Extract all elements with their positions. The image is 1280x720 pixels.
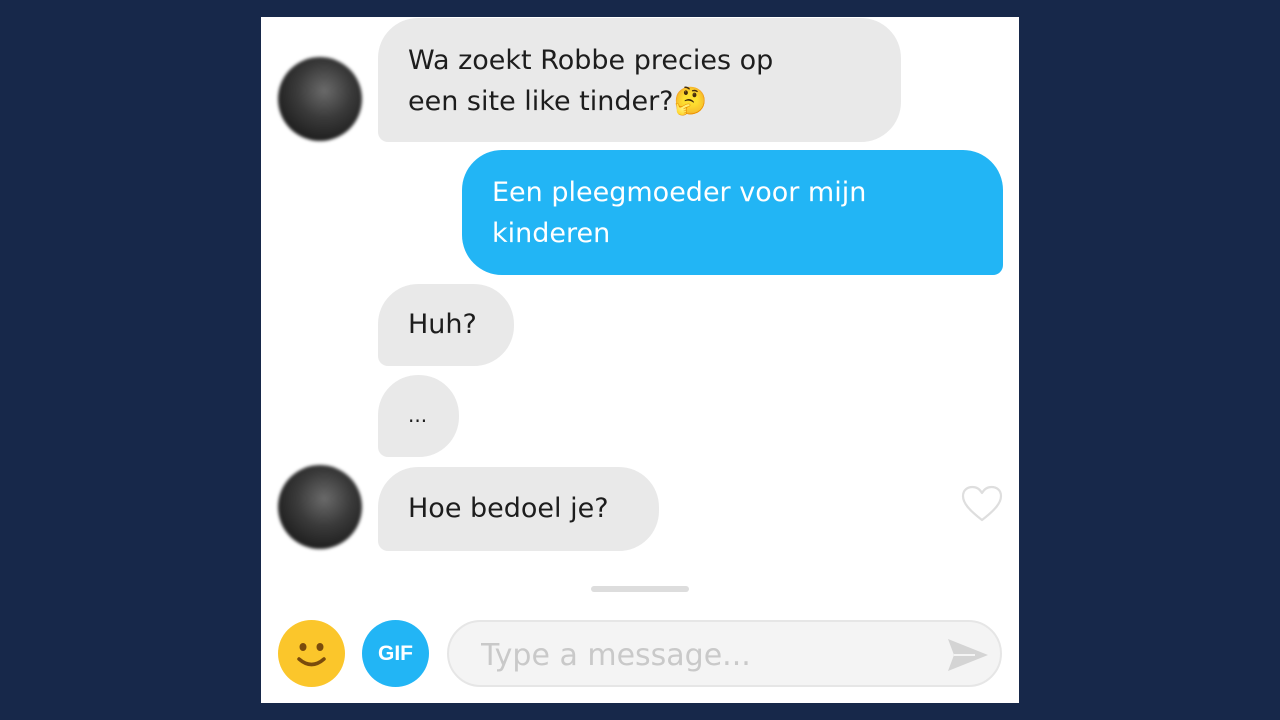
message-5-line-1: Hoe bedoel je? <box>408 493 609 524</box>
gif-label: GIF <box>378 641 413 665</box>
heart-outline-icon[interactable] <box>961 485 1003 523</box>
message-bubble-4[interactable]: ... <box>378 375 459 457</box>
message-1-line-1: Wa zoekt Robbe precies op <box>408 45 774 76</box>
send-arrow-icon[interactable] <box>945 636 991 674</box>
message-input[interactable] <box>479 632 913 678</box>
message-1-line-2: een site like tinder?🤔 <box>408 86 708 117</box>
message-bubble-2[interactable]: Een pleegmoeder voor mijn kinderen <box>462 150 1003 275</box>
message-4-line-1: ... <box>408 403 428 427</box>
message-bubble-3[interactable]: Huh? <box>378 284 514 366</box>
smiley-icon <box>297 643 326 667</box>
message-bubble-5[interactable]: Hoe bedoel je? <box>378 467 659 551</box>
chat-window: Wa zoekt Robbe precies op een site like … <box>261 17 1019 703</box>
message-3-line-1: Huh? <box>408 309 477 340</box>
message-2-line-1: Een pleegmoeder voor mijn <box>492 177 867 208</box>
message-composer <box>447 620 1002 687</box>
drag-handle[interactable] <box>591 586 689 592</box>
emoji-button[interactable] <box>278 620 345 687</box>
gif-button[interactable]: GIF <box>362 620 429 687</box>
message-bubble-1[interactable]: Wa zoekt Robbe precies op een site like … <box>378 18 901 142</box>
contact-avatar-2[interactable] <box>278 465 362 549</box>
message-2-line-2: kinderen <box>492 218 611 249</box>
contact-avatar-1[interactable] <box>278 57 362 141</box>
